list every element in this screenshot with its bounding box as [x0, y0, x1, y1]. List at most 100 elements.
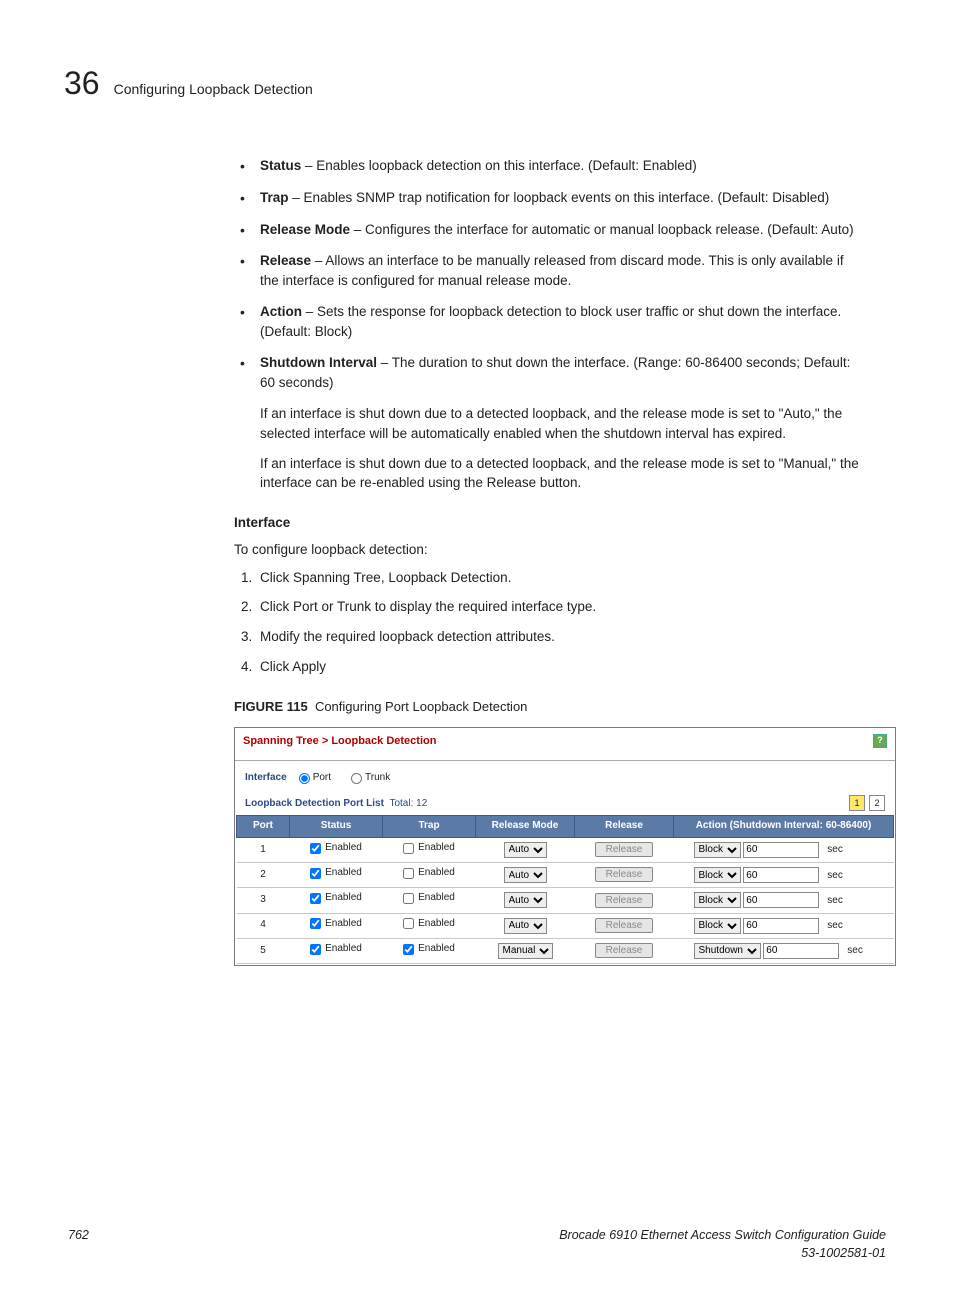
- list-item: Trap – Enables SNMP trap notification fo…: [234, 188, 860, 208]
- cell-port: 4: [237, 913, 290, 938]
- note-paragraph: If an interface is shut down due to a de…: [260, 454, 860, 493]
- action-select[interactable]: Block: [694, 842, 741, 858]
- radio-port-label: Port: [313, 771, 331, 786]
- figure-caption: FIGURE 115 Configuring Port Loopback Det…: [234, 698, 860, 717]
- figure-title: Configuring Port Loopback Detection: [315, 699, 527, 714]
- term: Shutdown Interval: [260, 355, 377, 370]
- subheading-interface: Interface: [234, 513, 860, 533]
- release-mode-select[interactable]: Auto: [504, 918, 547, 934]
- enabled-label: Enabled: [418, 866, 455, 881]
- radio-trunk[interactable]: Trunk: [351, 771, 390, 786]
- trap-checkbox[interactable]: [403, 944, 414, 955]
- ui-breadcrumb-bar: Spanning Tree > Loopback Detection ?: [235, 728, 895, 761]
- enabled-label: Enabled: [418, 841, 455, 856]
- table-header-row: Port Status Trap Release Mode Release Ac…: [237, 816, 894, 838]
- interval-input[interactable]: [743, 918, 819, 934]
- cell-status: Enabled: [290, 938, 383, 963]
- content-block: Status – Enables loopback detection on t…: [234, 156, 860, 966]
- term-desc: – Enables loopback detection on this int…: [301, 158, 697, 173]
- step-item: Click Spanning Tree, Loopback Detection.: [256, 568, 860, 588]
- release-mode-select[interactable]: Auto: [504, 867, 547, 883]
- list-item: Shutdown Interval – The duration to shut…: [234, 353, 860, 392]
- trap-checkbox[interactable]: [403, 843, 414, 854]
- cell-release: Release: [575, 913, 674, 938]
- term-desc: – Enables SNMP trap notification for loo…: [289, 190, 830, 205]
- col-port: Port: [237, 816, 290, 838]
- radio-port-input[interactable]: [299, 773, 310, 784]
- enabled-label: Enabled: [325, 891, 362, 906]
- release-button[interactable]: Release: [595, 893, 654, 908]
- trap-checkbox[interactable]: [403, 893, 414, 904]
- step-item: Click Port or Trunk to display the requi…: [256, 597, 860, 617]
- cell-port: 1: [237, 837, 290, 862]
- release-button[interactable]: Release: [595, 943, 654, 958]
- pager-page-1[interactable]: 1: [849, 795, 865, 811]
- cell-port: 2: [237, 863, 290, 888]
- term: Release Mode: [260, 222, 350, 237]
- sec-label: sec: [847, 945, 863, 956]
- help-icon[interactable]: ?: [873, 734, 887, 748]
- chapter-number: 36: [64, 60, 100, 106]
- table-row: 5 Enabled EnabledManualReleaseShutdown s…: [237, 938, 894, 963]
- cell-status: Enabled: [290, 863, 383, 888]
- table-row: 4 Enabled EnabledAutoReleaseBlock sec: [237, 913, 894, 938]
- cell-release: Release: [575, 837, 674, 862]
- action-select[interactable]: Block: [694, 867, 741, 883]
- page-footer: 762 Brocade 6910 Ethernet Access Switch …: [64, 1226, 890, 1262]
- status-checkbox[interactable]: [310, 843, 321, 854]
- action-select[interactable]: Shutdown: [694, 943, 761, 959]
- term-desc: – Allows an interface to be manually rel…: [260, 253, 844, 288]
- term: Action: [260, 304, 302, 319]
- interface-selector: Interface Port Trunk: [235, 761, 895, 790]
- breadcrumb: Spanning Tree > Loopback Detection: [243, 734, 436, 750]
- release-mode-select[interactable]: Auto: [504, 842, 547, 858]
- release-mode-select[interactable]: Manual: [498, 943, 553, 959]
- release-mode-select[interactable]: Auto: [504, 892, 547, 908]
- status-checkbox[interactable]: [310, 944, 321, 955]
- cell-trap: Enabled: [383, 863, 476, 888]
- release-button[interactable]: Release: [595, 918, 654, 933]
- col-release: Release: [575, 816, 674, 838]
- cell-release-mode: Auto: [476, 837, 575, 862]
- cell-port: 3: [237, 888, 290, 913]
- action-select[interactable]: Block: [694, 918, 741, 934]
- cell-status: Enabled: [290, 837, 383, 862]
- cell-release: Release: [575, 888, 674, 913]
- interval-input[interactable]: [743, 842, 819, 858]
- list-item: Release Mode – Configures the interface …: [234, 220, 860, 240]
- pager: 1 2: [849, 795, 885, 811]
- cell-action: Block sec: [674, 888, 894, 913]
- status-checkbox[interactable]: [310, 893, 321, 904]
- interval-input[interactable]: [763, 943, 839, 959]
- release-button[interactable]: Release: [595, 842, 654, 857]
- radio-trunk-label: Trunk: [365, 771, 390, 786]
- status-checkbox[interactable]: [310, 918, 321, 929]
- col-trap: Trap: [383, 816, 476, 838]
- page-header: 36 Configuring Loopback Detection: [64, 60, 890, 106]
- term: Release: [260, 253, 311, 268]
- radio-port[interactable]: Port: [299, 771, 331, 786]
- status-checkbox[interactable]: [310, 868, 321, 879]
- parameter-list: Status – Enables loopback detection on t…: [234, 156, 860, 392]
- sec-label: sec: [827, 844, 843, 855]
- cell-release: Release: [575, 938, 674, 963]
- cell-action: Block sec: [674, 837, 894, 862]
- interval-input[interactable]: [743, 892, 819, 908]
- action-select[interactable]: Block: [694, 892, 741, 908]
- doc-title: Brocade 6910 Ethernet Access Switch Conf…: [559, 1228, 886, 1242]
- term-desc: – Configures the interface for automatic…: [350, 222, 854, 237]
- pager-page-2[interactable]: 2: [869, 795, 885, 811]
- release-button[interactable]: Release: [595, 867, 654, 882]
- trap-checkbox[interactable]: [403, 918, 414, 929]
- list-total-value: 12: [416, 798, 427, 809]
- enabled-label: Enabled: [418, 891, 455, 906]
- radio-trunk-input[interactable]: [351, 773, 362, 784]
- enabled-label: Enabled: [418, 917, 455, 932]
- interval-input[interactable]: [743, 867, 819, 883]
- interface-label: Interface: [245, 771, 287, 786]
- steps-list: Click Spanning Tree, Loopback Detection.…: [234, 568, 860, 676]
- trap-checkbox[interactable]: [403, 868, 414, 879]
- sec-label: sec: [827, 895, 843, 906]
- cell-status: Enabled: [290, 888, 383, 913]
- sec-label: sec: [827, 920, 843, 931]
